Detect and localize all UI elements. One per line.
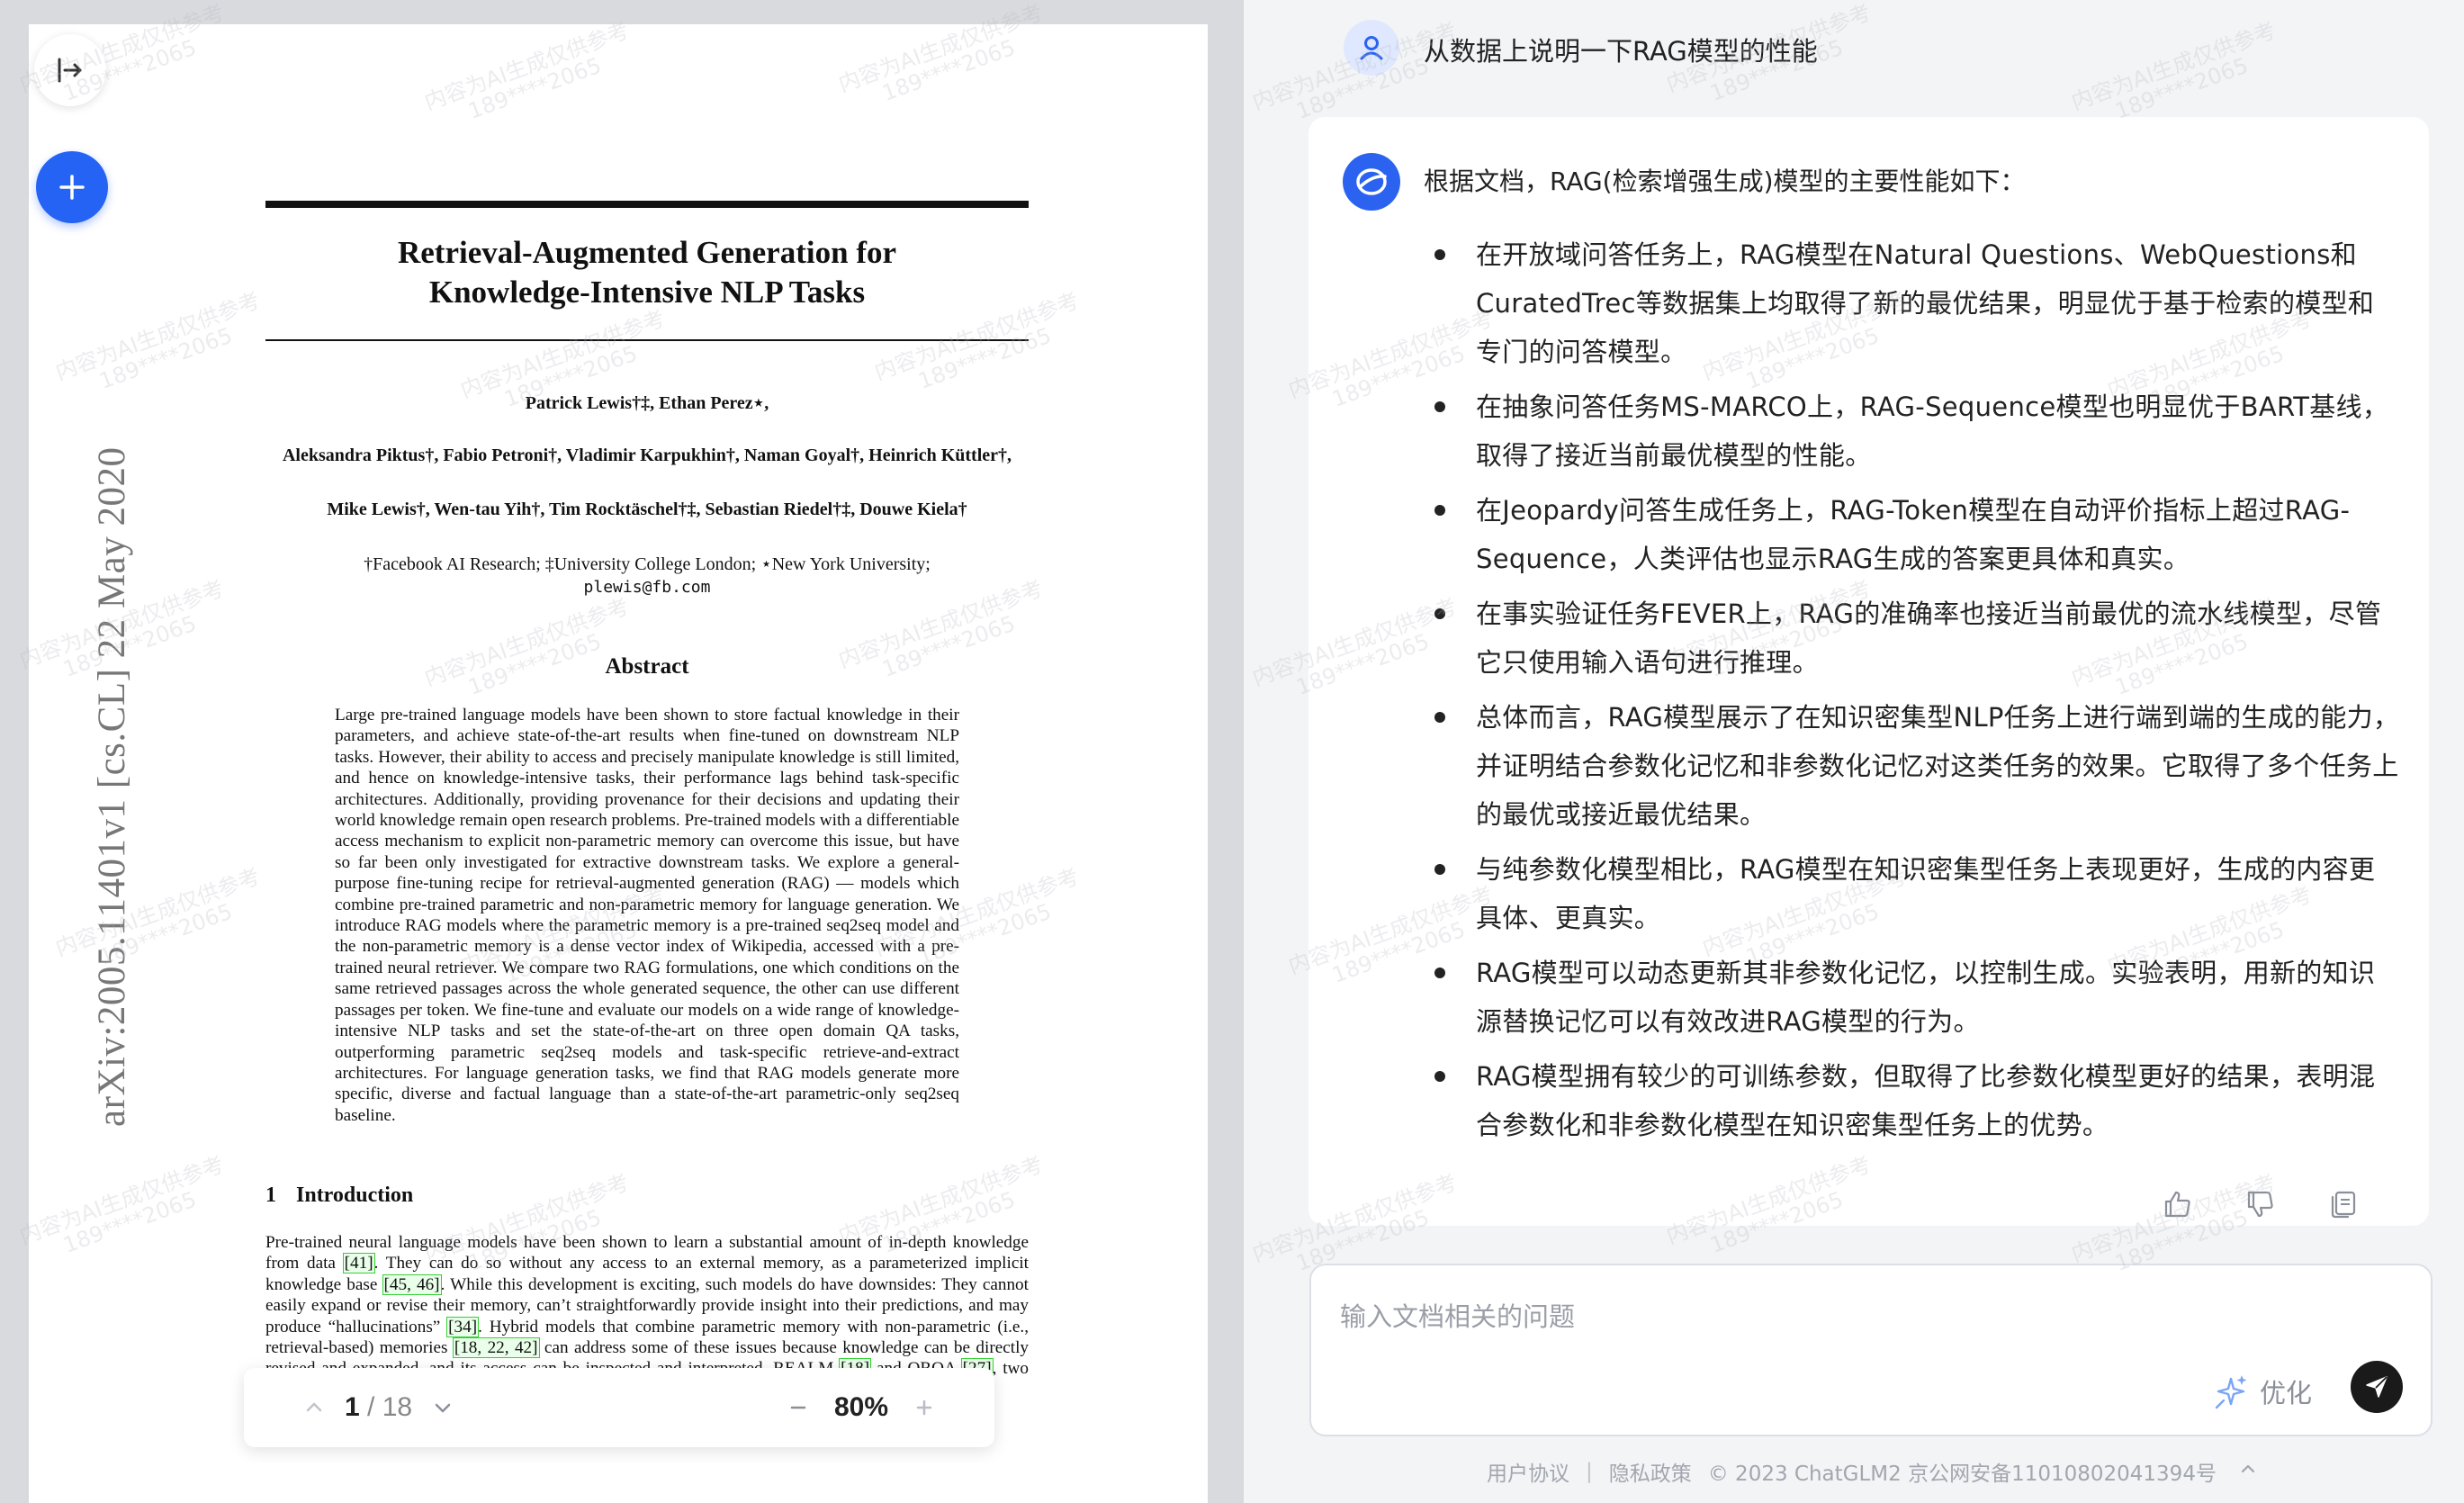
paper-title-line1: Retrieval-Augmented Generation for <box>397 235 897 270</box>
chevron-up-icon <box>306 1402 322 1412</box>
section-number: 1 <box>265 1184 276 1207</box>
total-pages: / 18 <box>367 1392 413 1422</box>
dislike-button[interactable] <box>2243 1186 2279 1222</box>
assistant-avatar <box>1343 153 1400 211</box>
prev-page-button[interactable] <box>292 1386 336 1429</box>
user-question: 从数据上说明一下RAG模型的性能 <box>1424 36 1818 67</box>
answer-point: RAG模型拥有较少的可训练参数，但取得了比参数化模型更好的结果，表明混合参数化和… <box>1424 1052 2400 1149</box>
copyright-text: © 2023 ChatGLM2 京公网安备11010802041394号 <box>1707 1462 2217 1486</box>
next-page-button[interactable] <box>421 1386 464 1429</box>
like-button[interactable] <box>2160 1186 2196 1222</box>
answer-point: 在抽象问答任务MS-MARCO上，RAG-Sequence模型也明显优于BART… <box>1424 382 2400 480</box>
thumbs-down-icon <box>2247 1191 2273 1218</box>
collapse-sidebar-button[interactable] <box>34 34 106 106</box>
answer-point: 在Jeopardy问答生成任务上，RAG-Token模型在自动评价指标上超过RA… <box>1424 486 2400 583</box>
citation-link[interactable]: [45, 46] <box>382 1274 442 1295</box>
answer-point: 在事实验证任务FEVER上，RAG的准确率也接近当前最优的流水线模型，尽管它只使… <box>1424 590 2400 687</box>
expand-footer-button[interactable] <box>2238 1459 2258 1484</box>
answer-list: 在开放域问答任务上，RAG模型在Natural Questions、WebQue… <box>1424 230 2400 1156</box>
abstract-heading: Abstract <box>605 654 689 679</box>
zoom-in-button[interactable] <box>903 1386 946 1429</box>
answer-point: 与纯参数化模型相比，RAG模型在知识密集型任务上表现更好，生成的内容更具体、更真… <box>1424 845 2400 942</box>
zoom-level: 80% <box>833 1392 888 1422</box>
zoom-out-button[interactable] <box>777 1386 820 1429</box>
send-icon <box>2366 1376 2388 1398</box>
citation-link[interactable]: [18, 22, 42] <box>452 1337 540 1359</box>
chevron-down-icon <box>435 1403 451 1413</box>
authors-line-2: Aleksandra Piktus†, Fabio Petroni†, Vlad… <box>282 446 1012 465</box>
author-email: plewis@fb.com <box>583 578 711 597</box>
chatglm-logo-icon <box>1356 168 1387 195</box>
abstract-text: Large pre-trained language models have b… <box>335 706 959 1125</box>
copy-icon <box>2331 1191 2356 1219</box>
answer-point: 总体而言，RAG模型展示了在知识密集型NLP任务上进行端到端的生成的能力，并证明… <box>1424 693 2400 839</box>
user-icon <box>1360 36 1383 60</box>
question-input[interactable] <box>1338 1289 2377 1345</box>
plus-icon <box>916 1400 932 1416</box>
authors-line-1: Patrick Lewis†‡, Ethan Perez⋆, <box>525 393 769 413</box>
privacy-policy-link[interactable]: 隐私政策 <box>1609 1456 1692 1487</box>
paper-title: Retrieval-Augmented Generation for Knowl… <box>265 233 1029 312</box>
citation-link[interactable]: [34] <box>446 1316 480 1337</box>
paper-title-line2: Knowledge-Intensive NLP Tasks <box>428 274 866 310</box>
intro-heading: 1 Introduction <box>265 1184 433 1208</box>
optimize-label: 优化 <box>2260 1378 2313 1408</box>
authors-line-3: Mike Lewis†, Wen-tau Yih†, Tim Rocktäsch… <box>327 500 967 519</box>
plus-icon <box>59 175 85 200</box>
optimize-button[interactable]: 优化 <box>2211 1370 2312 1413</box>
answer-point: RAG模型可以动态更新其非参数化记忆，以控制生成。实验表明，用新的知识源替换记忆… <box>1424 949 2400 1046</box>
collapse-icon <box>58 58 82 83</box>
section-title: Introduction <box>296 1184 414 1207</box>
chevron-up-icon <box>2241 1464 2255 1473</box>
add-document-button[interactable] <box>36 151 108 223</box>
copy-button[interactable] <box>2325 1186 2361 1222</box>
current-page: 1 <box>345 1392 360 1422</box>
pdf-page: arXiv:2005.11401v1 [cs.CL] 22 May 2020 R… <box>29 24 1208 1503</box>
answer-point: 在开放域问答任务上，RAG模型在Natural Questions、WebQue… <box>1424 230 2400 376</box>
footer: 用户协议 | 隐私政策 © 2023 ChatGLM2 京公网安备1101080… <box>1487 1456 2258 1487</box>
send-button[interactable] <box>2351 1361 2403 1413</box>
chat-pane: 从数据上说明一下RAG模型的性能 根据文档，RAG(检索增强生成)模型的主要性能… <box>1244 0 2464 1503</box>
thumbs-up-icon <box>2164 1191 2190 1218</box>
title-rule-top <box>265 201 1029 208</box>
user-agreement-link[interactable]: 用户协议 <box>1487 1456 1569 1487</box>
footer-separator: | <box>1586 1460 1593 1483</box>
pdf-page-toolbar: 1 / 18 80% <box>244 1368 994 1447</box>
arxiv-identifier: arXiv:2005.11401v1 [cs.CL] 22 May 2020 <box>91 446 133 1127</box>
title-rule-bottom <box>265 339 1029 341</box>
affiliations: †Facebook AI Research; ‡University Colle… <box>364 554 931 574</box>
citation-link[interactable]: [41] <box>342 1253 375 1274</box>
answer-intro: 根据文档，RAG(检索增强生成)模型的主要性能如下： <box>1424 166 2026 196</box>
minus-icon <box>790 1406 806 1409</box>
page-indicator[interactable]: 1 / 18 <box>345 1392 412 1423</box>
pdf-viewer-pane: arXiv:2005.11401v1 [cs.CL] 22 May 2020 R… <box>0 0 1244 1503</box>
user-avatar <box>1344 20 1399 76</box>
sparkle-icon <box>2215 1375 2247 1409</box>
question-input-box: 优化 <box>1309 1264 2433 1436</box>
